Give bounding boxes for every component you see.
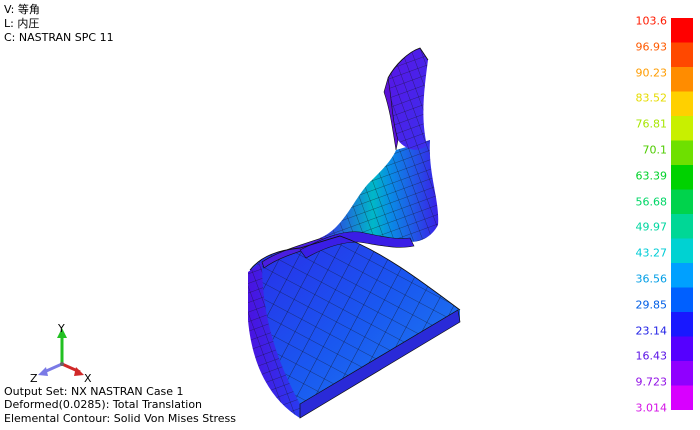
contour-label: Elemental Contour: Solid Von Mises Stres… xyxy=(4,411,237,425)
legend-band xyxy=(671,312,693,337)
legend-band xyxy=(671,67,693,92)
x-axis-label: X xyxy=(84,372,92,385)
legend-band xyxy=(671,42,693,68)
legend-band xyxy=(671,18,693,43)
legend-band xyxy=(671,116,693,141)
legend-value-label: 103.6 xyxy=(635,14,668,28)
legend-value-label: 49.97 xyxy=(635,220,668,234)
contour-legend-bar xyxy=(671,18,693,410)
legend-band xyxy=(671,287,693,313)
y-axis-label: Y xyxy=(57,322,65,335)
legend-value-label: 96.93 xyxy=(635,40,668,54)
legend-band xyxy=(671,165,693,190)
legend-band xyxy=(671,361,693,386)
z-axis-label: Z xyxy=(30,372,38,385)
legend-value-label: 83.52 xyxy=(635,91,668,105)
model-base-shell xyxy=(248,231,461,419)
legend-value-label: 56.68 xyxy=(635,195,668,209)
legend-band xyxy=(671,91,693,117)
model-upper-lobe xyxy=(383,48,430,151)
legend-value-label: 70.1 xyxy=(642,143,668,157)
legend-band xyxy=(671,140,693,166)
legend-band xyxy=(671,189,693,215)
legend-value-label: 9.723 xyxy=(635,375,668,389)
legend-value-label: 3.014 xyxy=(635,401,668,415)
legend-band xyxy=(671,214,693,239)
legend-value-label: 43.27 xyxy=(635,246,668,260)
legend-band xyxy=(671,238,693,264)
legend-value-label: 36.56 xyxy=(635,272,668,286)
legend-band xyxy=(671,263,693,288)
model-neck xyxy=(299,140,439,259)
legend-band xyxy=(671,336,693,362)
legend-value-label: 29.85 xyxy=(635,298,668,312)
z-axis-arrow xyxy=(38,362,63,376)
legend-value-label: 63.39 xyxy=(635,169,668,183)
legend-band xyxy=(671,385,693,410)
legend-value-label: 16.43 xyxy=(635,349,668,363)
x-axis-arrow xyxy=(61,362,84,376)
axis-triad: Y Z X xyxy=(30,322,92,385)
legend-value-label: 90.23 xyxy=(635,66,668,80)
legend-value-label: 23.14 xyxy=(635,324,668,338)
output-info: Output Set: NX NASTRAN Case 1 Deformed(0… xyxy=(4,385,236,426)
output-set-label: Output Set: NX NASTRAN Case 1 xyxy=(4,384,184,398)
deformed-label: Deformed(0.0285): Total Translation xyxy=(4,398,203,411)
legend-value-label: 76.81 xyxy=(635,117,668,131)
triad-origin xyxy=(60,362,64,366)
